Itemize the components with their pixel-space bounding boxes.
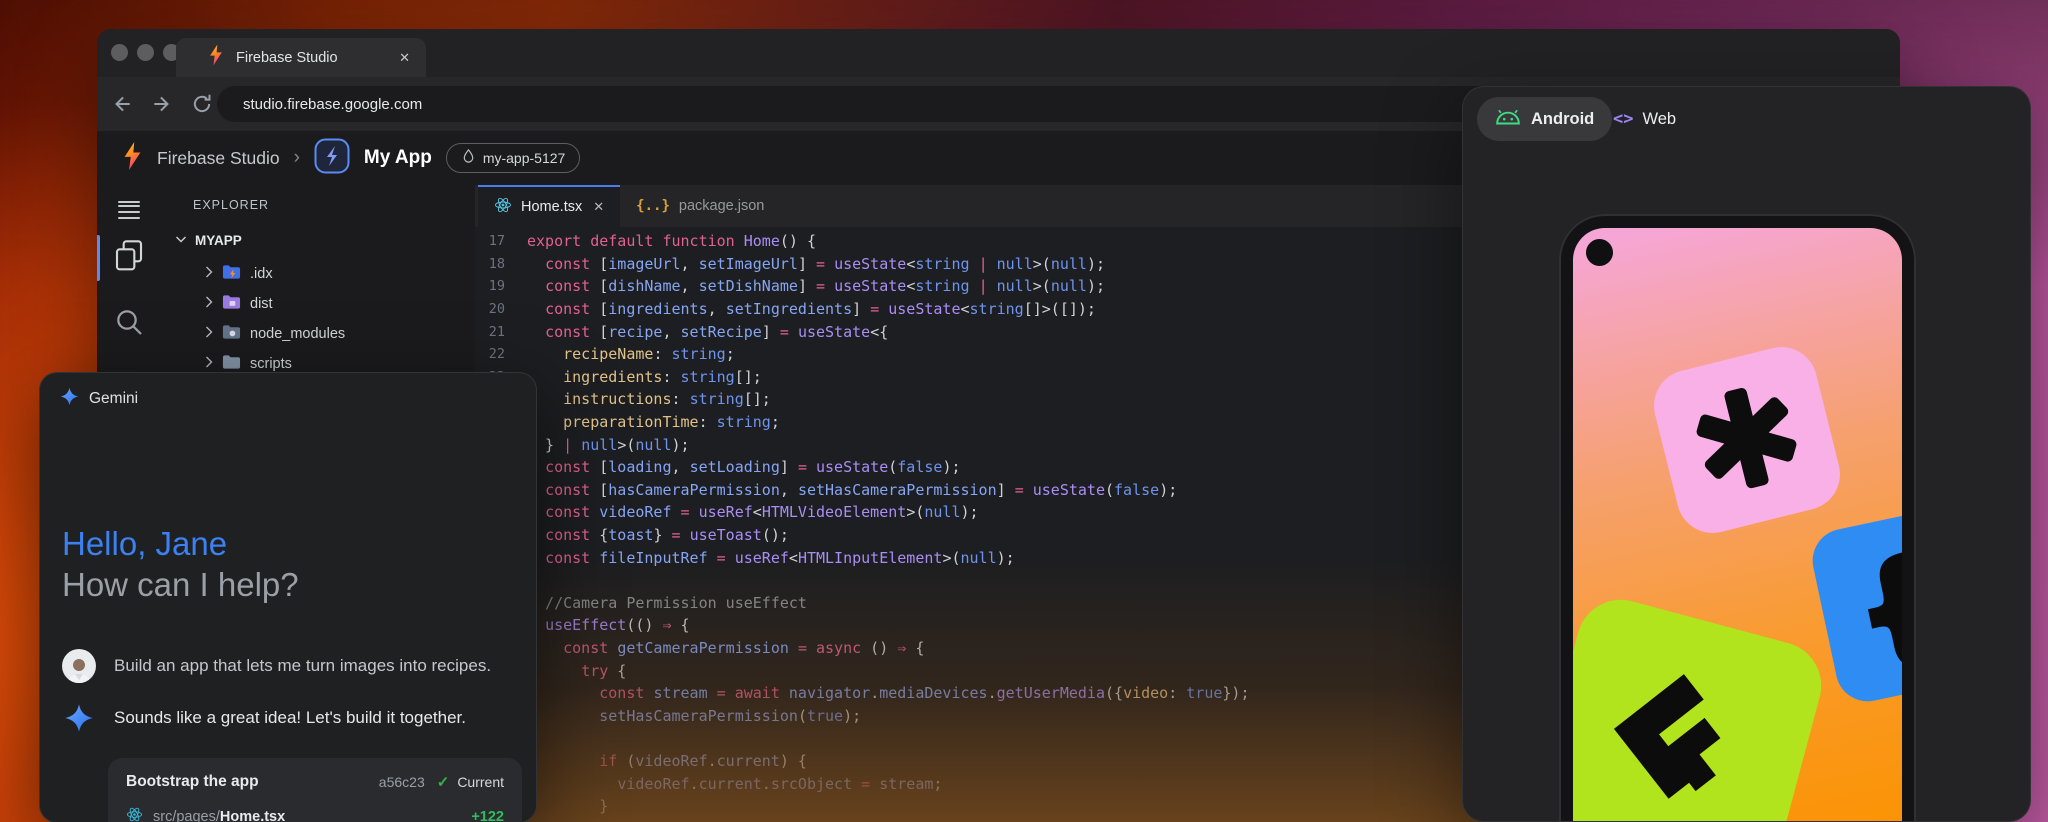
page-background: Firebase Studio ✕ studio.firebase.google… [0,0,2048,822]
gemini-star-icon [62,703,96,733]
green-brackets-tile [1573,590,1831,822]
greeting-line1: Hello, Jane [62,523,299,564]
changed-file-row[interactable]: src/pages/Home.tsx +122 [126,806,504,822]
firebase-flame-icon [208,44,224,71]
editor-tab-label: package.json [679,198,764,214]
tab-close-icon[interactable]: ✕ [593,199,604,215]
tree-item-label: scripts [250,356,292,372]
url-text: studio.firebase.google.com [243,96,422,113]
tree-item-dist[interactable]: dist [161,289,475,319]
camera-punch-hole [1586,239,1613,266]
back-icon[interactable] [111,93,133,115]
window-close-button[interactable] [111,44,128,61]
browser-titlebar: Firebase Studio ✕ [97,29,1900,77]
files-icon[interactable] [97,238,161,274]
browser-tab-title: Firebase Studio [236,50,387,66]
breadcrumb-separator: › [294,147,300,169]
chat-message-text: Sounds like a great idea! Let's build it… [114,708,466,728]
bootstrap-step-card[interactable]: Bootstrap the app a56c23 ✓ Current src/p… [108,758,522,822]
commit-hash: a56c23 [379,774,425,790]
project-id: my-app-5127 [483,150,566,166]
drop-icon [461,148,476,169]
tab-close-icon[interactable]: ✕ [399,50,410,66]
tree-item-node-modules[interactable]: node_modules [161,319,475,349]
diff-additions: +122 [471,809,504,822]
phone-mockup: { [1559,214,1916,822]
window-minimize-button[interactable] [137,44,154,61]
chevron-right-icon [205,325,213,343]
status-badge: Current [457,774,504,790]
step-title: Bootstrap the app [126,773,379,791]
tree-root-myapp[interactable]: MYAPP [175,231,242,249]
search-icon[interactable] [97,305,161,339]
folder-icon [222,324,241,345]
tree-root-label: MYAPP [195,233,242,248]
device-preview-panel: Android <> Web { [1462,86,2031,822]
code-brackets-icon: <> [1613,109,1633,129]
file-tree: .idx dist node_modules [161,259,475,379]
react-icon [126,806,143,822]
gemini-star-icon [60,387,79,411]
firebase-flame-icon [122,141,143,176]
phone-screen[interactable]: { [1573,228,1902,822]
gemini-title: Gemini [89,390,138,408]
gemini-greeting: Hello, Jane How can I help? [62,523,299,605]
json-braces-icon: {..} [636,198,670,214]
asterisk-icon [1683,375,1810,506]
window-controls[interactable] [111,44,180,61]
gemini-header: Gemini [60,387,138,411]
tree-item-label: node_modules [250,326,345,342]
browser-tab[interactable]: Firebase Studio ✕ [176,38,426,77]
editor-tab-label: Home.tsx [521,199,582,215]
chat-message-gemini: Sounds like a great idea! Let's build it… [62,703,512,733]
greeting-line2: How can I help? [62,564,299,605]
project-chip[interactable]: my-app-5127 [446,143,581,173]
react-icon [494,196,512,219]
android-icon [1495,109,1521,130]
check-icon: ✓ [437,773,450,791]
pink-asterisk-tile [1646,339,1847,540]
blue-brace-tile: { [1807,500,1902,708]
app-logo-icon [314,138,350,179]
chevron-right-icon [205,355,213,373]
folder-icon [222,294,241,315]
forward-icon[interactable] [151,93,173,115]
chat-message-user: Build an app that lets me turn images in… [62,649,512,683]
curly-brace-icon: { [1843,530,1902,682]
chat-message-text: Build an app that lets me turn images in… [114,656,491,676]
app-name: My App [364,147,432,169]
toggle-web[interactable]: <> Web [1613,97,1676,141]
android-toggle-label: Android [1531,110,1594,129]
folder-icon [222,264,241,285]
gemini-panel: Gemini Hello, Jane How can I help? Build… [39,372,537,822]
web-toggle-label: Web [1642,110,1676,129]
chevron-right-icon [205,295,213,313]
chevrons-icon [1585,649,1770,822]
file-path-prefix: src/pages/ [153,809,220,822]
chevron-right-icon [205,265,213,283]
tree-item-label: .idx [250,266,273,282]
product-name: Firebase Studio [157,148,280,169]
editor-tab-package-json[interactable]: {..} package.json [620,185,780,227]
menu-icon[interactable] [97,197,161,207]
user-avatar [62,649,96,683]
tree-item-label: dist [250,296,273,312]
tree-item-idx[interactable]: .idx [161,259,475,289]
toggle-android[interactable]: Android [1477,97,1612,141]
explorer-title: EXPLORER [193,198,269,212]
chevron-down-icon [175,231,187,249]
editor-tab-home-tsx[interactable]: Home.tsx ✕ [478,185,620,227]
reload-icon[interactable] [191,93,213,115]
file-name: Home.tsx [220,809,285,822]
